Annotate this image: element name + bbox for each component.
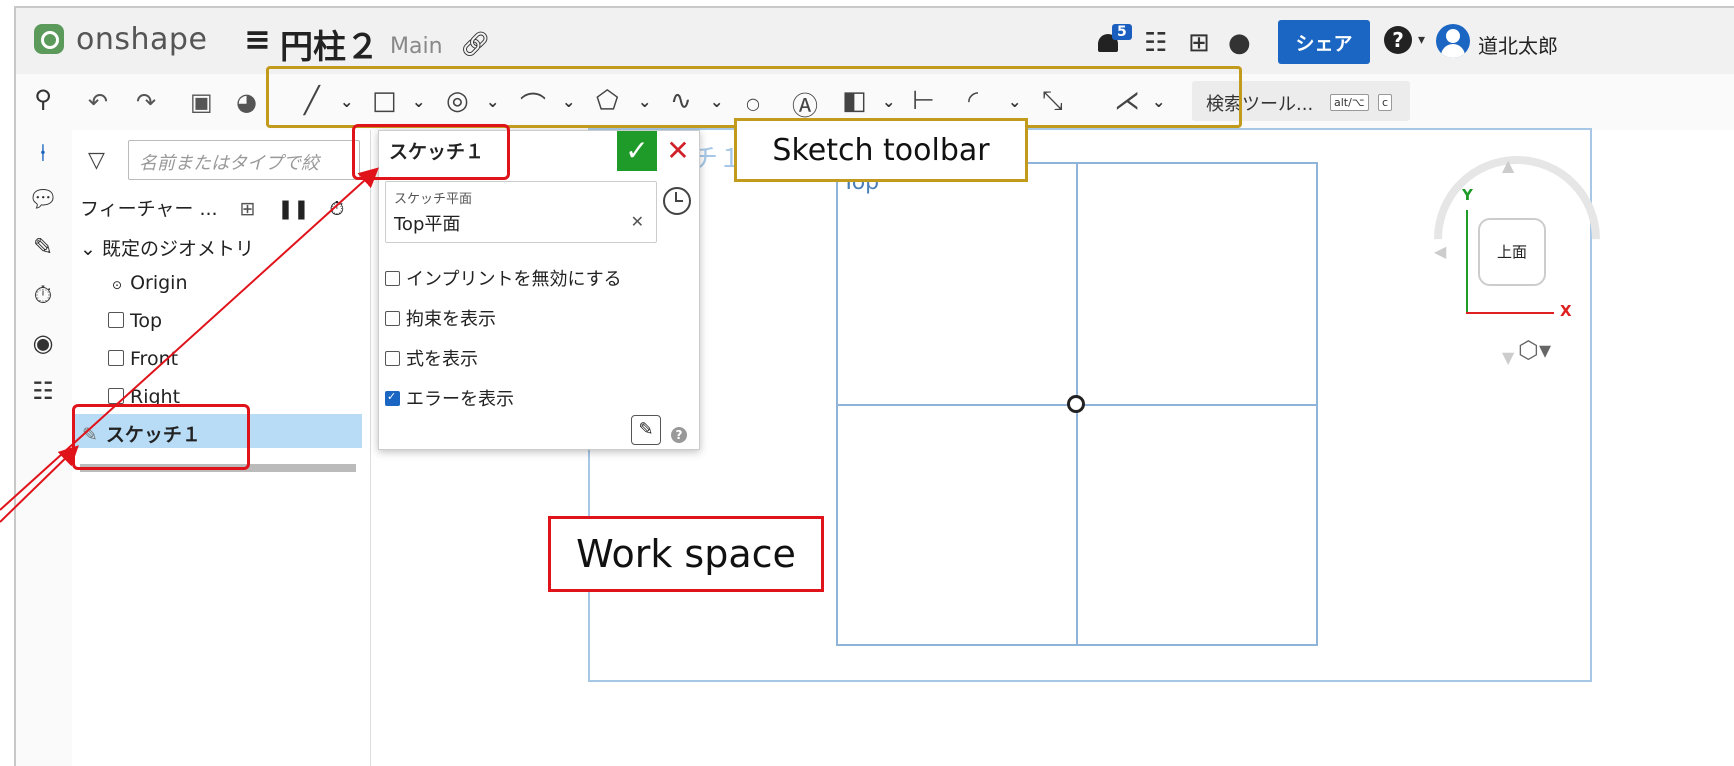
checklist-icon[interactable]: ☷	[1144, 28, 1167, 58]
workspace-name[interactable]: Main	[390, 34, 443, 59]
filter-placeholder: 名前またはタイプで絞	[139, 153, 319, 174]
shortcut-key-alt: alt/⌥	[1330, 94, 1369, 111]
plane-icon	[108, 312, 124, 328]
arrow-left-icon[interactable]: ◀	[1434, 242, 1446, 261]
option-show-errors[interactable]: エラーを表示	[385, 385, 514, 411]
sketch-plane-value: Top平面	[394, 214, 461, 235]
document-title[interactable]: 円柱２	[280, 20, 379, 68]
option-disable-imprint[interactable]: インプリントを無効にする	[385, 265, 622, 291]
share-button[interactable]: シェア	[1278, 20, 1370, 64]
origin-point[interactable]	[1067, 395, 1085, 413]
timer-icon[interactable]: ⏱︎	[28, 280, 58, 310]
help-dropdown-icon[interactable]: ▾	[1418, 32, 1425, 48]
dialog-help-icon[interactable]: ?	[671, 427, 687, 443]
option-show-expressions[interactable]: 式を表示	[385, 345, 478, 371]
work-space-annotation: Work space	[548, 516, 824, 592]
checkbox[interactable]	[385, 271, 400, 286]
sketch-plane-field[interactable]: スケッチ平面 Top平面 ✕	[385, 181, 657, 243]
accept-check-icon[interactable]: ✓	[617, 131, 657, 171]
edit-notes-icon[interactable]: ✎	[28, 232, 58, 262]
feature-filter-input[interactable]: 名前またはタイプで絞	[128, 140, 360, 180]
arrow-up-icon[interactable]: ▲	[1502, 156, 1514, 175]
insert-icon[interactable]: ⍿	[28, 138, 58, 168]
redo-icon[interactable]: ↷	[136, 88, 156, 116]
option-label: 式を表示	[406, 349, 478, 370]
render-icon[interactable]: ◕	[236, 88, 257, 116]
default-geometry-label: 既定のジオメトリ	[101, 238, 254, 260]
sketch-settings-icon[interactable]: ✎	[631, 415, 661, 445]
clear-plane-icon[interactable]: ✕	[631, 212, 644, 231]
checkbox[interactable]	[385, 311, 400, 326]
shortcut-key-c: c	[1378, 94, 1393, 111]
tree-item-label: Front	[130, 348, 179, 370]
checkbox[interactable]	[385, 351, 400, 366]
tree-item-front[interactable]: Front	[108, 348, 178, 370]
feature-list-header[interactable]: フィーチャー ... ⊞ ❚❚ ⏱︎	[80, 194, 344, 221]
origin-icon: ⊙	[112, 278, 123, 292]
sketch-toolbar-annotation: Sketch toolbar	[734, 118, 1028, 182]
notification-count-badge: 5	[1112, 24, 1132, 40]
view-cube-face[interactable]: 上面	[1478, 218, 1546, 286]
y-axis-indicator	[1466, 210, 1468, 314]
option-label: 拘束を表示	[406, 309, 496, 330]
top-bar: onshape ≡ 円柱２ Main 🔗︎ 5 ☷ ⊞ ● シェア ? ▾ 道北…	[16, 8, 1734, 75]
help-icon[interactable]: ?	[1384, 26, 1412, 54]
filter-icon[interactable]: ▽	[88, 148, 105, 173]
tree-item-top[interactable]: Top	[108, 310, 162, 332]
y-axis-label: Y	[1462, 186, 1473, 204]
feature-header-label: フィーチャー ...	[80, 198, 218, 220]
sketch-title-highlight	[352, 124, 510, 180]
sketch-plane-label: スケッチ平面	[394, 192, 473, 207]
view-icon[interactable]: ▣	[190, 88, 213, 116]
arrow-down-icon[interactable]: ▼	[1502, 348, 1514, 367]
plane-icon	[108, 388, 124, 404]
menu-icon[interactable]: ≡	[244, 20, 271, 58]
plane-icon	[108, 350, 124, 366]
option-label: インプリントを無効にする	[406, 269, 622, 290]
x-axis-indicator	[1466, 312, 1554, 314]
tree-item-label: Origin	[130, 272, 188, 294]
brand-name: onshape	[76, 22, 208, 57]
view-options-icon[interactable]: ⬡▾	[1518, 336, 1551, 364]
chevron-down-icon[interactable]: ⌄	[80, 238, 96, 260]
user-avatar[interactable]	[1436, 24, 1470, 58]
pause-icon[interactable]: ❚❚	[278, 198, 310, 220]
analysis-icon[interactable]: ◉	[28, 328, 58, 358]
add-folder-icon[interactable]: ⊞	[240, 198, 256, 220]
sketch-tree-item-highlight	[72, 404, 250, 470]
x-axis-label: X	[1560, 302, 1572, 320]
comments-icon[interactable]: 💬︎	[28, 184, 58, 214]
cancel-x-icon[interactable]: ✕	[663, 133, 693, 169]
checklist-rail-icon[interactable]: ☷	[28, 376, 58, 406]
apps-grid-icon[interactable]: ⊞	[1188, 28, 1210, 58]
history-icon[interactable]	[663, 187, 691, 215]
checkbox-checked[interactable]	[385, 390, 400, 406]
option-show-constraints[interactable]: 拘束を表示	[385, 305, 496, 331]
notifications-bell-icon[interactable]: 5	[1096, 24, 1132, 56]
undo-icon[interactable]: ↶	[88, 88, 108, 116]
option-label: エラーを表示	[406, 389, 514, 410]
onshape-logo-icon[interactable]	[34, 24, 64, 54]
left-rail: ⚲ ⍿ 💬︎ ✎ ⏱︎ ◉ ☷	[16, 74, 73, 766]
feature-list-icon[interactable]: ⚲	[28, 84, 58, 114]
tree-item-label: Top	[130, 310, 163, 332]
user-name[interactable]: 道北太郎	[1478, 30, 1558, 59]
rollback-timer-icon[interactable]: ⏱︎	[330, 198, 345, 220]
default-geometry-group[interactable]: ⌄ 既定のジオメトリ	[80, 234, 254, 261]
tree-item-origin[interactable]: ⊙ Origin	[112, 272, 188, 294]
link-icon[interactable]: 🔗︎	[460, 30, 490, 58]
learning-center-icon[interactable]: ●	[1228, 28, 1251, 58]
view-cube[interactable]: ▲ ◀ ▼ 上面 Y X	[1399, 121, 1635, 390]
